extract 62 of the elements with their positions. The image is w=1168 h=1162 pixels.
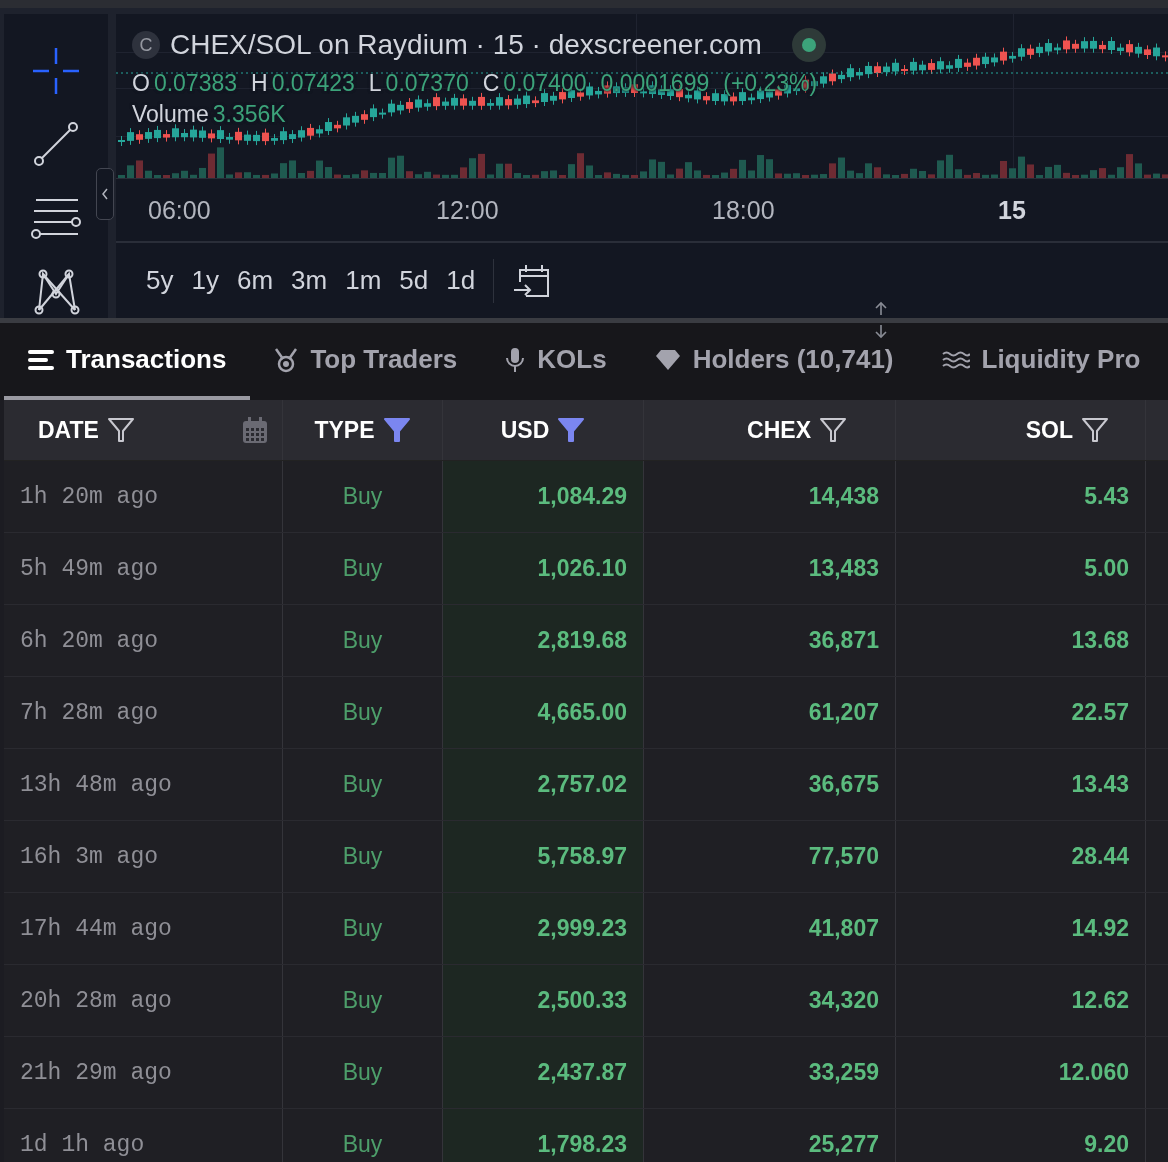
- crosshair-icon: [31, 45, 81, 96]
- column-label: TYPE: [314, 416, 375, 444]
- list-icon: [28, 348, 54, 371]
- legend-value: 0.07423: [271, 70, 355, 97]
- column-label: CHEX: [747, 416, 811, 444]
- table-cell: 2,999.23: [443, 893, 644, 964]
- legend-label: O: [132, 70, 150, 97]
- filter-button[interactable]: [819, 417, 847, 443]
- volume-label: Volume: [132, 101, 209, 128]
- time-label: 15: [998, 195, 1026, 225]
- microphone-icon: [505, 346, 526, 373]
- filter-button[interactable]: [557, 417, 586, 443]
- timeframe-button[interactable]: 3m: [283, 261, 336, 300]
- timeframe-button[interactable]: 1y: [183, 261, 227, 300]
- filter-icon: [106, 417, 135, 443]
- table-cell: 1,084.29: [443, 461, 644, 532]
- medal-icon: [274, 346, 299, 373]
- column-label: SOL: [1025, 416, 1073, 444]
- table-cell: 1,026.10: [443, 533, 644, 604]
- calendar-icon: [242, 416, 268, 444]
- legend-value: 0.07383: [153, 70, 238, 97]
- chart-title: CHEX/SOL on Raydium · 15 · dexscreener.com: [170, 29, 762, 61]
- chevron-left-icon: [101, 187, 109, 201]
- timeframe-button[interactable]: 1d: [438, 261, 484, 300]
- legend-label: C: [482, 70, 500, 97]
- column-label: DATE: [38, 416, 99, 444]
- legend-value: 0.07370: [385, 70, 469, 97]
- table-cell: 2,819.68: [443, 605, 644, 676]
- time-label: 12:00: [436, 195, 499, 225]
- filter-button[interactable]: [106, 417, 135, 443]
- table-cell: 4,665.00: [443, 677, 644, 748]
- filter-icon: [819, 417, 847, 443]
- table-cell: 1,798.23: [443, 1109, 644, 1162]
- timeframe-button[interactable]: 1m: [337, 261, 390, 300]
- tab[interactable]: Liquidity Pro: [917, 323, 1165, 400]
- timeframe-button[interactable]: 5y: [138, 261, 182, 300]
- table-cell: 5,758.97: [443, 821, 644, 892]
- filter-icon: [1081, 417, 1109, 443]
- legend-label: L: [368, 70, 382, 97]
- timeframe-button[interactable]: 5d: [391, 261, 437, 300]
- column-label: USD: [500, 416, 550, 444]
- timeframe-button[interactable]: 6m: [228, 261, 282, 300]
- waves-icon: [941, 350, 970, 369]
- filter-button[interactable]: [382, 417, 411, 443]
- resize-handle-icon: [872, 300, 890, 340]
- time-label: 06:00: [148, 195, 211, 225]
- filter-button[interactable]: [1081, 417, 1109, 443]
- table-cell: 2,437.87: [443, 1037, 644, 1108]
- diamond-icon: [654, 348, 681, 371]
- tab[interactable]: KOLs: [481, 323, 631, 400]
- filter-filled-icon: [557, 417, 586, 443]
- tab[interactable]: Top Traders: [250, 323, 482, 400]
- table-cell: 2,500.33: [443, 965, 644, 1036]
- price-change: 0.0001699: [600, 70, 710, 97]
- table-cell: 2,757.02: [443, 749, 644, 820]
- tab[interactable]: Holders (10,741): [630, 323, 918, 400]
- volume-value: 3.356K: [212, 101, 286, 128]
- filter-filled-icon: [382, 417, 411, 443]
- time-label: 18:00: [712, 195, 775, 225]
- legend-label: H: [251, 70, 268, 97]
- calendar-button[interactable]: [242, 416, 268, 444]
- legend-value: 0.07400: [503, 70, 587, 97]
